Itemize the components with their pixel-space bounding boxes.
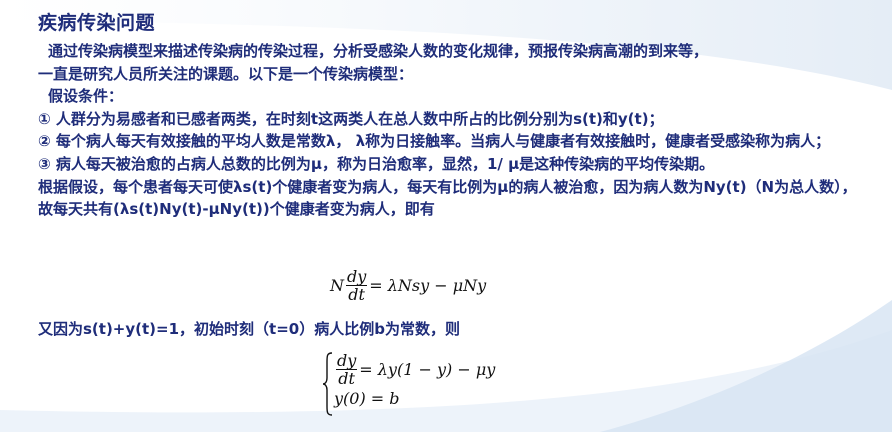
body-text: 通过传染病模型来描述传染病的传染过程，分析受感染人数的变化规律，预报传染病高潮的… [38,40,868,221]
left-brace [322,352,333,416]
ode-row-1: dy dt = λy(1 − y) − μy [334,352,495,387]
assumption-1: ① 人群分为易感者和已感者两类，在时刻t这两类人在总人数中所占的比例分别为s(t… [38,109,664,128]
condition-text: 又因为s(t)+y(t)=1，初始时刻（t=0）病人比例b为常数，则 [38,320,460,338]
assumption-2: ② 每个病人每天有效接触的平均人数是常数λ， λ称为日接触率。当病人与健康者有效… [38,132,831,151]
eq1-lhs-coefficient: N [330,276,344,295]
eq1-rhs: = λNsy − μNy [369,276,487,295]
slide-title: 疾病传染问题 [38,12,156,34]
ode-derivative: dy dt [336,351,358,388]
ode-row-2: y(0) = b [334,389,400,408]
intro-line-2: 一直是研究人员所关注的课题。以下是一个传染病模型： [38,64,414,83]
derivation-text: 根据假设，每个患者每天可使λs(t)个健康者变为病人，每天有比例为μ的病人被治愈… [38,177,857,219]
intro-line-1: 通过传染病模型来描述传染病的传染过程，分析受感染人数的变化规律，预报传染病高潮的… [48,42,709,60]
ode-rhs: = λy(1 − y) − μy [359,360,496,379]
eq1-denominator: dt [348,285,365,304]
ode-denominator: dt [338,369,355,388]
assumptions-heading: 假设条件： [48,87,124,106]
ode-system: dy dt = λy(1 − y) − μy y(0) = b [322,352,495,416]
eq1-derivative: dy dt [346,267,368,304]
eq1-numerator: dy [346,267,368,286]
equation-1: Ndy dt = λNsy − μNy [330,268,486,303]
ode-numerator: dy [336,351,358,370]
assumption-3: ③ 病人每天被治愈的占病人总数的比例为μ，称为日治愈率，显然，1/ μ是这种传染… [38,154,715,173]
